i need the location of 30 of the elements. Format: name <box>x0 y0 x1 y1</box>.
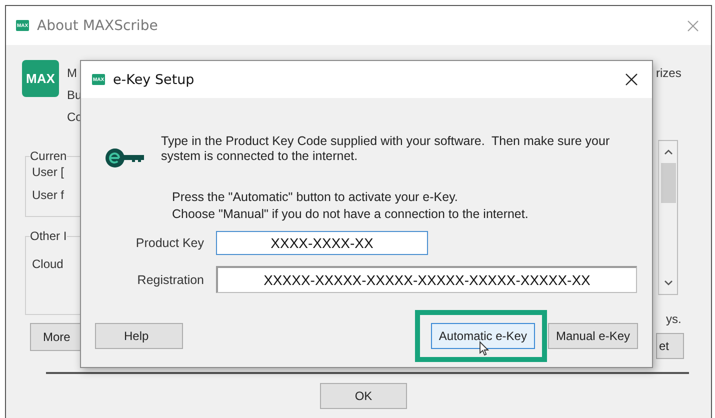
input-field[interactable]: XXXX-XXXX-XX <box>216 231 428 255</box>
field-label: Registration <box>136 272 205 286</box>
input-field[interactable]: XXXXX-XXXXX-XXXXX-XXXXX-XXXXX-XXXXX-XX <box>216 266 637 293</box>
key-icon <box>105 147 145 169</box>
info-text: User f <box>32 188 66 202</box>
about-text: rizes <box>656 66 682 80</box>
info-text: User [ <box>32 165 66 179</box>
info-text: ys. <box>666 312 682 326</box>
scroll-down-icon[interactable] <box>664 280 672 286</box>
ok-button[interactable]: OK <box>320 383 407 409</box>
instruction-text: Press the "Automatic" button to activate your e-Key. <box>172 190 459 205</box>
window-title: About MAXScribe <box>37 18 159 34</box>
reset-button[interactable]: et <box>656 333 684 359</box>
dialog-title: e-Key Setup <box>113 72 196 88</box>
scroll-up-icon[interactable] <box>664 149 672 155</box>
info-text: Cloud <box>32 257 64 271</box>
group-label: Curren <box>30 149 67 163</box>
scrollbar[interactable] <box>658 140 678 295</box>
instruction-text: Choose "Manual" if you do not have a connection to the internet. <box>172 207 530 222</box>
field-label: Product Key <box>134 236 205 250</box>
cursor-icon <box>479 341 489 356</box>
dialog-button[interactable]: Manual e-Key <box>548 323 638 349</box>
close-icon[interactable] <box>625 73 638 86</box>
dialog-button[interactable]: Help <box>95 323 183 349</box>
logo: MAX <box>22 60 59 97</box>
dialog-button[interactable]: Automatic e-Key <box>430 323 535 349</box>
group-label: Other I <box>30 229 67 243</box>
about-text: M <box>67 66 78 80</box>
scroll-thumb[interactable] <box>660 163 676 203</box>
instruction-text: Type in the Product Key Code supplied with your software. Then make sure your system is connected to the internet. <box>161 134 611 164</box>
